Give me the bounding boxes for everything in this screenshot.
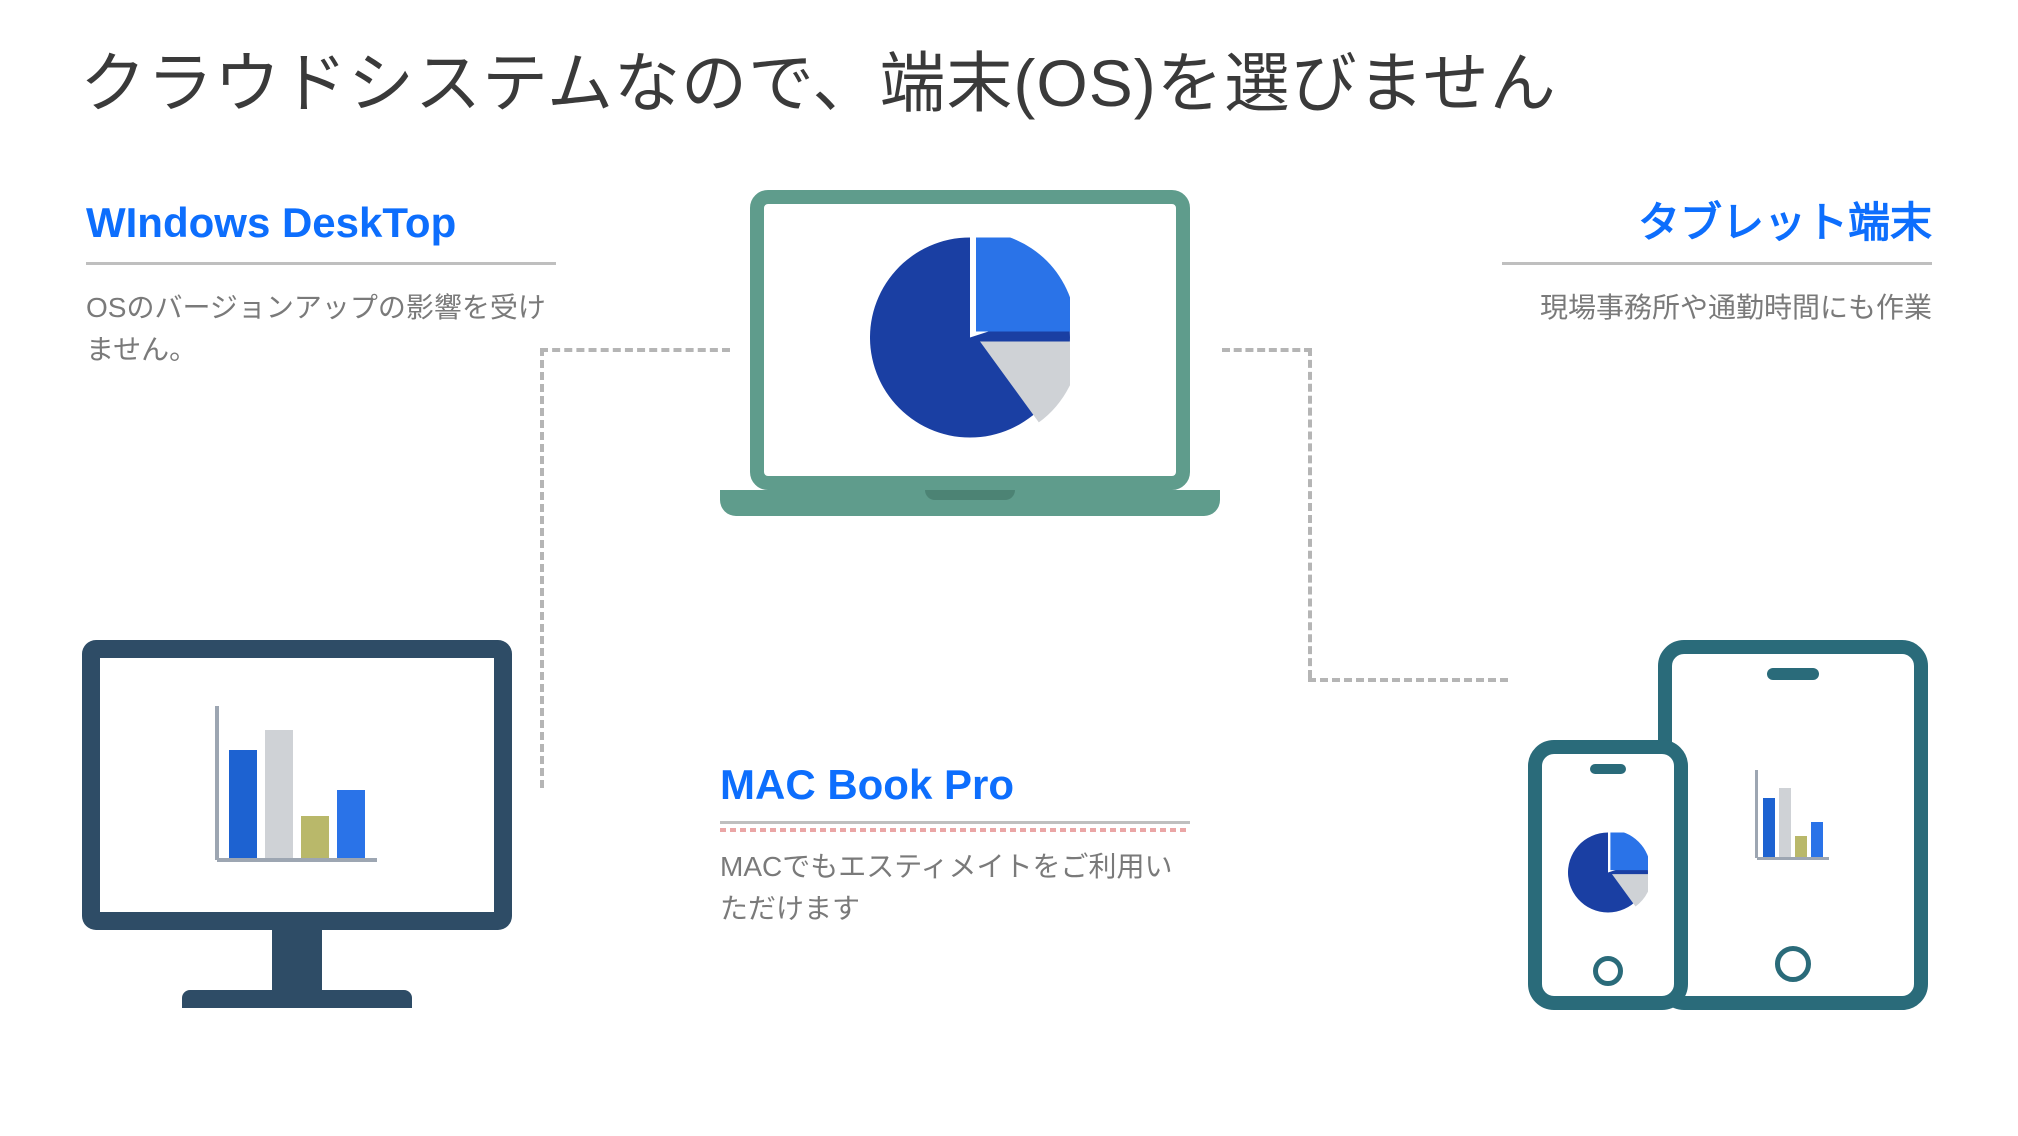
tablet-section: タブレット端末 現場事務所や通勤時間にも作業 — [1502, 200, 1932, 329]
mac-section: MAC Book Pro MACでもエスティメイトをご利用いただけます — [720, 762, 1190, 930]
laptop-screen — [750, 190, 1190, 490]
connector-line — [1308, 348, 1312, 678]
monitor-screen — [82, 640, 512, 930]
tablet-desc: 現場事務所や通勤時間にも作業 — [1502, 287, 1932, 329]
pie-chart-icon — [870, 238, 1070, 443]
page-title: クラウドシステムなので、端末(OS)を選びません — [80, 30, 1557, 126]
mac-desc: MACでもエスティメイトをご利用いただけます — [720, 846, 1190, 930]
phone-icon — [1528, 740, 1688, 1010]
windows-section: WIndows DeskTop OSのバージョンアップの影響を受けません。 — [86, 200, 556, 371]
mobile-devices-icon — [1528, 640, 1928, 1010]
connector-line — [1308, 678, 1508, 682]
tablet-heading: タブレット端末 — [1502, 200, 1932, 265]
tablet-icon — [1658, 640, 1928, 1010]
connector-line — [540, 348, 544, 788]
windows-heading: WIndows DeskTop — [86, 200, 556, 265]
pie-chart-icon — [1568, 833, 1648, 918]
windows-desc: OSのバージョンアップの影響を受けません。 — [86, 287, 556, 371]
connector-line — [540, 348, 730, 352]
bar-chart-icon — [229, 720, 365, 860]
mac-heading: MAC Book Pro — [720, 762, 1190, 824]
bar-chart-icon — [1763, 778, 1823, 858]
connector-line — [1222, 348, 1312, 352]
desktop-monitor-icon — [82, 640, 512, 1008]
laptop-base — [720, 490, 1220, 516]
